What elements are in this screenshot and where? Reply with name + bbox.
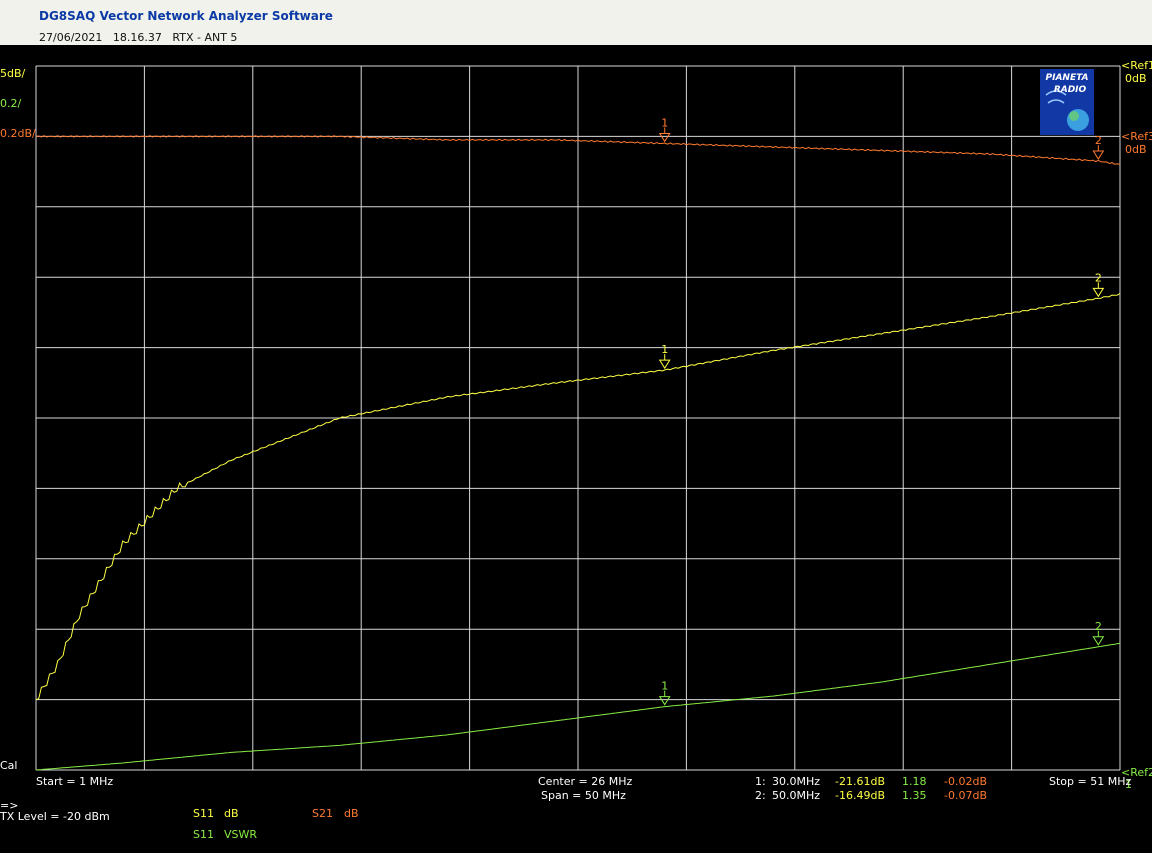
- marker-1-id: 1:: [755, 775, 766, 788]
- start-frequency: Start = 1 MHz: [36, 775, 114, 788]
- marker-label: 1: [661, 116, 668, 129]
- marker-1-s21-db: -0.02dB: [944, 775, 987, 788]
- marker-2-s21-db: -0.07dB: [944, 789, 987, 802]
- logo-text-1: PIANETA: [1046, 73, 1089, 83]
- marker-2-s11-vswr[interactable]: [1092, 636, 1105, 646]
- marker-label: 2: [1095, 134, 1102, 147]
- ref3-value: 0dB: [1125, 143, 1147, 156]
- ref3-label: <Ref3: [1121, 130, 1152, 143]
- marker-1-s11-db[interactable]: [658, 359, 671, 370]
- marker-1-s11-db: -21.61dB: [835, 775, 885, 788]
- plot-markers: 1 1 1 2 2 2: [658, 116, 1105, 706]
- marker-2-s11-db: -16.49dB: [835, 789, 885, 802]
- s21-db-scale: 0.2dB/: [0, 127, 36, 140]
- cal-label: Cal: [0, 759, 18, 772]
- marker-2-id: 2:: [755, 789, 766, 802]
- stop-frequency: Stop = 51 MHz: [1049, 775, 1132, 788]
- marker-1-freq: 30.0MHz: [772, 775, 821, 788]
- marker-1-s11-vswr[interactable]: [658, 696, 671, 706]
- logo-text-2: RADIO: [1054, 85, 1087, 95]
- span-frequency: Span = 50 MHz: [541, 789, 626, 802]
- s11-db-scale: 5dB/: [0, 67, 26, 80]
- legend-s11-db-param[interactable]: S11: [193, 807, 214, 820]
- marker-2-s21-db[interactable]: [1092, 150, 1105, 160]
- marker-1-vswr: 1.18: [902, 775, 927, 788]
- marker-1-s21-db[interactable]: [658, 132, 671, 143]
- center-frequency: Center = 26 MHz: [538, 775, 633, 788]
- marker-label: 2: [1095, 271, 1102, 284]
- ref1-value: 0dB: [1125, 72, 1147, 85]
- tx-level[interactable]: TX Level = -20 dBm: [0, 810, 110, 823]
- legend-s11-db-unit[interactable]: dB: [224, 807, 239, 820]
- vswr-scale: 0.2/: [0, 97, 22, 110]
- legend-s21-db-param[interactable]: S21: [312, 807, 333, 820]
- legend-s11-vswr-unit[interactable]: VSWR: [224, 828, 257, 841]
- marker-label: 2: [1095, 620, 1102, 633]
- marker-label: 1: [661, 343, 668, 356]
- legend-s21-db-unit[interactable]: dB: [344, 807, 359, 820]
- marker-2-freq: 50.0MHz: [772, 789, 821, 802]
- legend-s11-vswr-param[interactable]: S11: [193, 828, 214, 841]
- vna-plot[interactable]: 1 1 1 2 2 2 PIANETA RADIO: [0, 0, 1152, 853]
- marker-2-s11-db[interactable]: [1092, 287, 1105, 298]
- plot-grid: [35, 65, 1121, 771]
- ref1-label: <Ref1: [1121, 59, 1152, 72]
- marker-label: 1: [661, 680, 668, 693]
- marker-2-vswr: 1.35: [902, 789, 927, 802]
- pianeta-radio-logo: PIANETA RADIO: [1040, 69, 1094, 135]
